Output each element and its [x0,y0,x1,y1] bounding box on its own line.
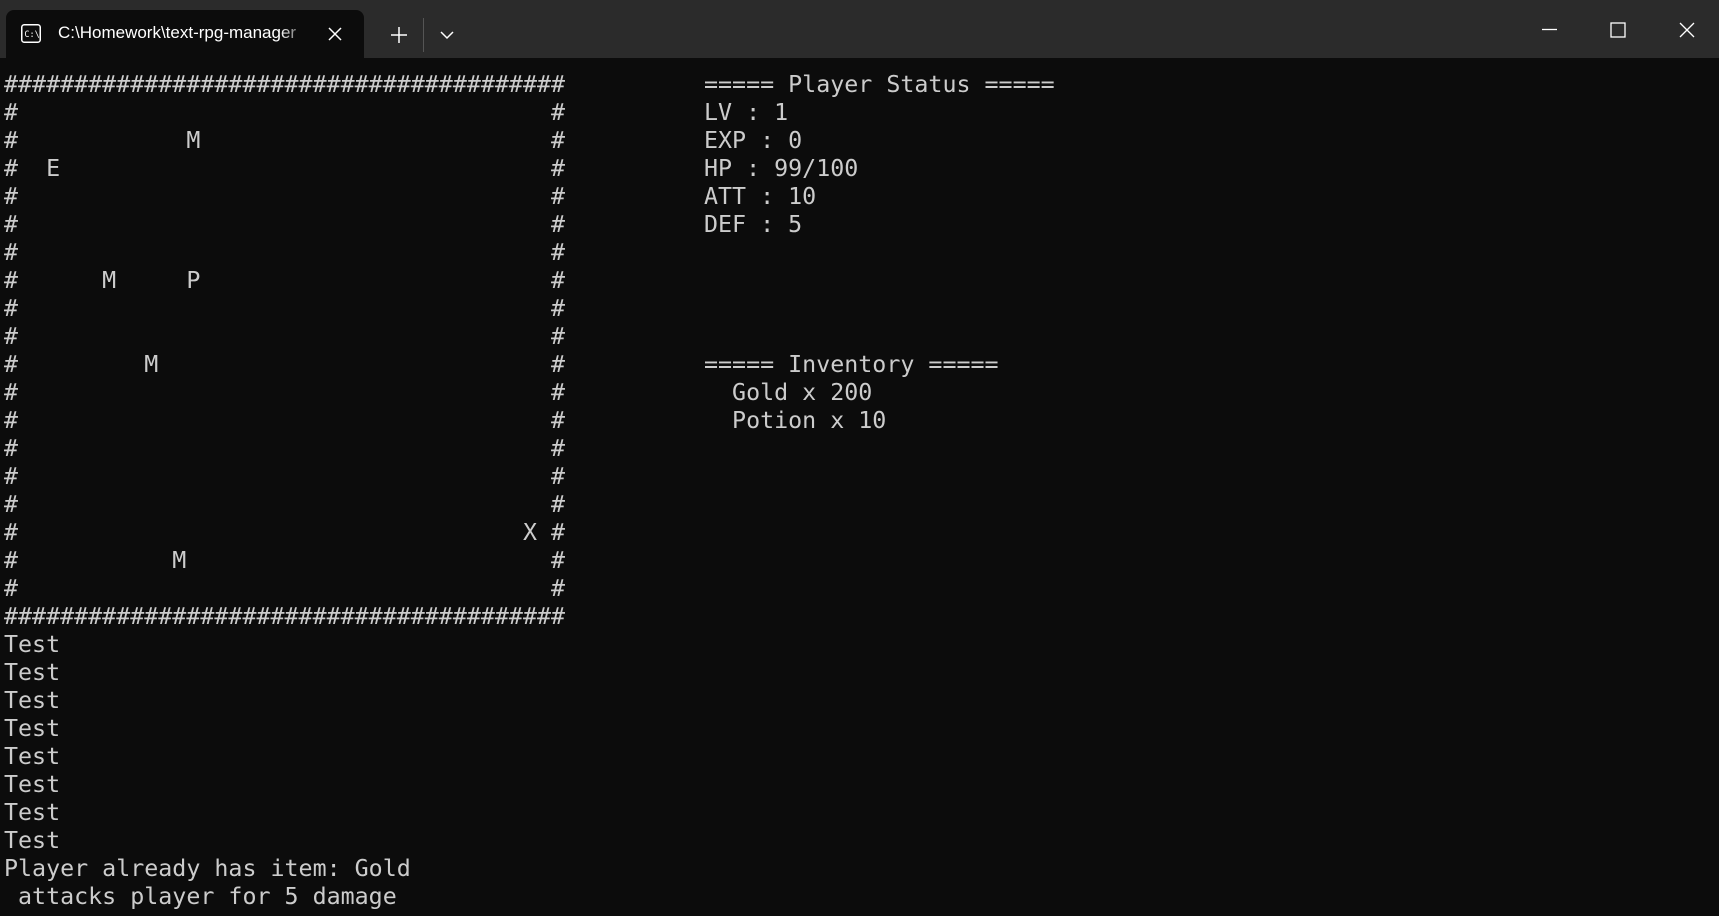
log-line: Test [4,687,61,714]
terminal-tab[interactable]: C:\ C:\Homework\text-rpg-manager [6,10,364,58]
map-row: # M # [4,547,566,574]
map-row: # M # [4,127,566,154]
map-row: # # [4,463,566,490]
map-row: # # [4,295,566,322]
log-line: Test [4,743,61,770]
message-log: Test Test Test Test Test Test Test Test … [4,631,704,911]
map-row: # # [4,323,566,350]
map-row: # # [4,491,566,518]
log-line: Test [4,799,61,826]
log-line: attacks player for 5 damage [4,883,397,910]
map-row: # M P # [4,267,566,294]
log-line: Test [4,659,61,686]
status-attack: ATT : 10 [704,183,817,210]
map-row: ######################################## [4,603,566,630]
close-tab-button[interactable] [324,23,346,45]
tab-title: C:\Homework\text-rpg-manager [58,23,297,42]
map-row: # E # [4,155,566,182]
status-header: ===== Player Status ===== [704,71,1055,98]
map-row: ######################################## [4,71,566,98]
map-row: # # [4,239,566,266]
inventory-item: Potion x 10 [704,407,887,434]
terminal-output[interactable]: ########################################… [0,58,1719,916]
svg-text:C:\: C:\ [24,30,39,40]
status-hp: HP : 99/100 [704,155,859,182]
terminal-window: C:\ C:\Homework\text-rpg-manager #######… [0,0,1719,916]
log-line: Test [4,771,61,798]
log-line: Test [4,827,61,854]
status-exp: EXP : 0 [704,127,803,154]
terminal-icon: C:\ [21,24,41,43]
map-row: # # [4,183,566,210]
map-row: # # [4,435,566,462]
map-row: # # [4,99,566,126]
map-row: # # [4,211,566,238]
tab-dropdown-button[interactable] [434,22,460,48]
player-status-panel: ===== Player Status ===== LV : 1 EXP : 0… [704,71,1204,239]
game-map: ########################################… [4,71,604,631]
map-row: # X # [4,519,566,546]
close-window-button[interactable] [1667,10,1707,50]
map-row: # # [4,407,566,434]
log-line: Player already has item: Gold [4,855,411,882]
inventory-item: Gold x 200 [704,379,873,406]
inventory-header: ===== Inventory ===== [704,351,999,378]
map-row: # # [4,575,566,602]
title-bar: C:\ C:\Homework\text-rpg-manager [0,0,1719,58]
map-row: # M # [4,351,566,378]
status-level: LV : 1 [704,99,789,126]
tab-separator [423,18,424,52]
maximize-button[interactable] [1598,10,1638,50]
new-tab-button[interactable] [386,22,412,48]
log-line: Test [4,631,61,658]
minimize-button[interactable] [1530,10,1570,50]
log-line: Test [4,715,61,742]
map-row: # # [4,379,566,406]
status-defense: DEF : 5 [704,211,803,238]
inventory-panel: ===== Inventory ===== Gold x 200 Potion … [704,351,1204,435]
